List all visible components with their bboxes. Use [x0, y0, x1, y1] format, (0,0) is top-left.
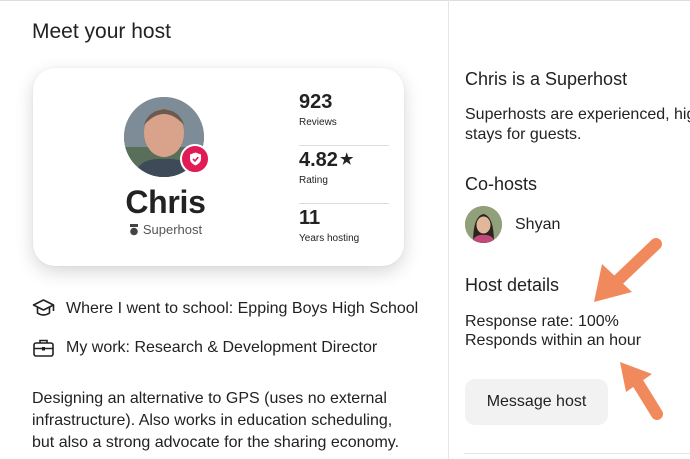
medal-icon — [129, 224, 138, 236]
section-title: Meet your host — [32, 20, 171, 43]
cohost-item[interactable]: Shyan — [465, 206, 560, 243]
host-card[interactable]: Chris Superhost 923 Reviews 4.82 ★ Rating… — [33, 68, 404, 266]
superhost-text-line: stays for guests. — [465, 126, 582, 143]
host-subtitle: Superhost — [33, 222, 298, 237]
superhost-label: Superhost — [142, 222, 203, 237]
stat-rating: 4.82 ★ Rating — [299, 146, 389, 204]
stat-label: Reviews — [299, 117, 337, 128]
stat-reviews: 923 Reviews — [299, 88, 389, 146]
rating-value: 4.82 — [299, 149, 338, 171]
stat-value: 11 — [299, 207, 321, 229]
stat-years-hosting: 11 Years hosting — [299, 204, 389, 262]
host-bio: Designing an alternative to GPS (uses no… — [32, 390, 400, 451]
stat-label: Rating — [299, 175, 328, 186]
response-rate: Response rate: 100% — [465, 313, 619, 330]
superhost-badge-icon — [180, 144, 210, 174]
host-name: Chris — [125, 184, 206, 220]
superhost-text-line: Superhosts are experienced, hig — [465, 106, 690, 123]
section-divider — [464, 453, 690, 454]
work-text: My work: Research & Development Director — [66, 339, 378, 356]
school-text: Where I went to school: Epping Boys High… — [66, 300, 419, 317]
annotation-arrow-icon — [620, 362, 663, 420]
stat-value: 923 — [299, 91, 333, 113]
host-details-heading: Host details — [465, 275, 560, 295]
host-stats: 923 Reviews 4.82 ★ Rating 11 Years hostin… — [299, 88, 389, 262]
star-icon: ★ — [339, 151, 354, 168]
stat-value: 4.82 ★ — [299, 148, 389, 172]
column-divider — [448, 0, 449, 459]
graduation-cap-icon — [32, 299, 55, 316]
stat-label: Years hosting — [299, 233, 360, 244]
school-row: Where I went to school: Epping Boys High… — [32, 298, 418, 320]
annotation-arrow-icon — [594, 238, 662, 302]
cohost-name: Shyan — [515, 215, 561, 233]
cohost-avatar[interactable] — [465, 206, 502, 243]
message-host-button[interactable]: Message host — [465, 379, 608, 425]
response-time: Responds within an hour — [465, 332, 642, 349]
superhost-heading: Chris is a Superhost — [465, 69, 628, 89]
briefcase-icon — [33, 339, 54, 357]
cohosts-heading: Co-hosts — [465, 174, 538, 194]
work-row: My work: Research & Development Director — [32, 337, 377, 359]
top-border — [0, 0, 690, 1]
